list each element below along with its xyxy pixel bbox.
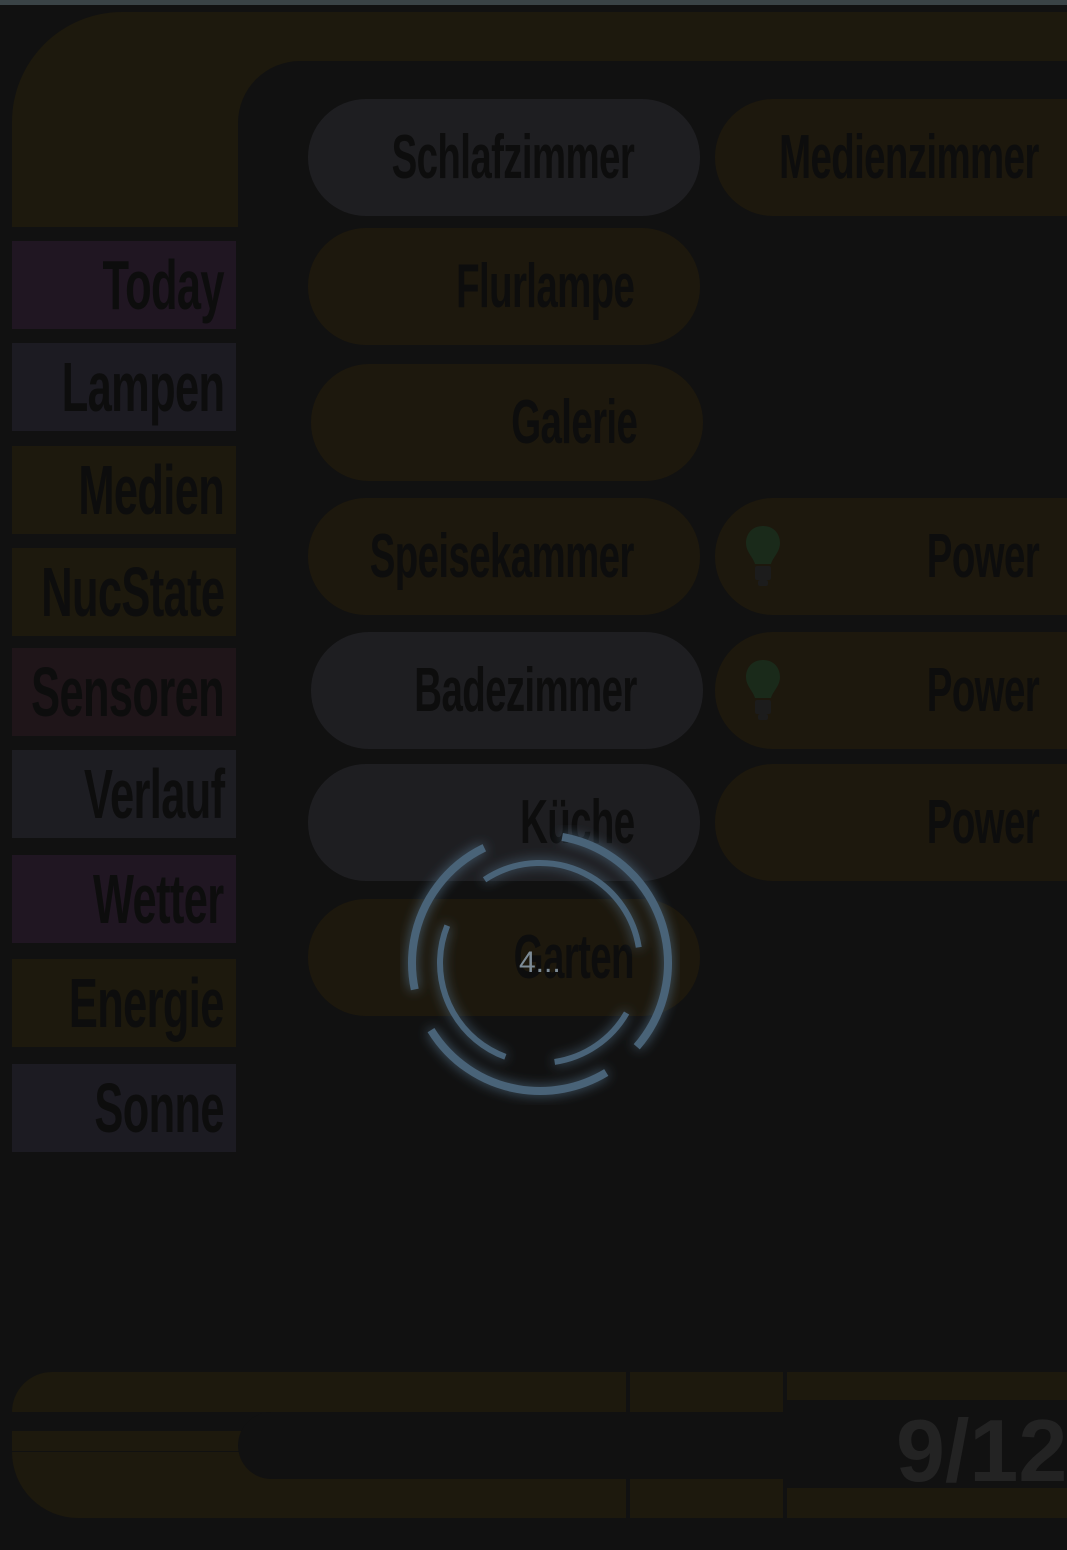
room-button-badezimmer[interactable]: Badezimmer xyxy=(311,632,703,749)
room-label: Schlafzimmer xyxy=(391,123,634,192)
nav-item-sonne[interactable]: Sonne xyxy=(12,1064,236,1152)
frame-separator xyxy=(783,1372,787,1518)
room-button-galerie[interactable]: Galerie xyxy=(311,364,703,481)
power-button-kueche[interactable]: Power xyxy=(715,764,1067,881)
lcars-frame-bottom-connector xyxy=(12,1431,242,1451)
nav-item-label: NucState xyxy=(40,553,225,631)
nav-item-label: Sensoren xyxy=(31,653,224,731)
power-label: Power xyxy=(926,788,1040,857)
power-button-badezimmer[interactable]: Power xyxy=(715,632,1067,749)
nav-item-medien[interactable]: Medien xyxy=(12,446,236,534)
room-button-flurlampe[interactable]: Flurlampe xyxy=(308,228,700,345)
loading-text: 4... xyxy=(519,946,561,979)
nav-item-label: Energie xyxy=(69,964,224,1042)
nav-item-label: Verlauf xyxy=(83,755,225,833)
room-button-speisekammer[interactable]: Speisekammer xyxy=(308,498,700,615)
nav-item-label: Wetter xyxy=(93,860,224,938)
lightbulb-icon xyxy=(746,526,780,586)
room-label: Flurlampe xyxy=(455,252,635,321)
nav-item-energie[interactable]: Energie xyxy=(12,959,236,1047)
lightbulb-icon xyxy=(746,660,780,720)
nav-item-wetter[interactable]: Wetter xyxy=(12,855,236,943)
date-display: 9/12/ xyxy=(896,1401,1067,1500)
power-label: Power xyxy=(926,522,1040,591)
room-label: Medienzimmer xyxy=(779,123,1039,192)
room-button-medienzimmer[interactable]: Medienzimmer xyxy=(715,99,1067,216)
frame-separator xyxy=(626,1372,630,1412)
nav-item-label: Medien xyxy=(78,451,224,529)
window-top-border xyxy=(0,0,1067,5)
nav-item-lampen[interactable]: Lampen xyxy=(12,343,236,431)
nav-item-today[interactable]: Today xyxy=(12,241,236,329)
nav-item-label: Today xyxy=(102,246,225,324)
nav-item-label: Lampen xyxy=(61,348,224,426)
room-label: Galerie xyxy=(510,388,638,457)
power-button-speisekammer[interactable]: Power xyxy=(715,498,1067,615)
nav-item-sensoren[interactable]: Sensoren xyxy=(12,648,236,736)
frame-separator xyxy=(626,1479,630,1519)
power-label: Power xyxy=(926,656,1040,725)
nav-item-verlauf[interactable]: Verlauf xyxy=(12,750,236,838)
room-button-schlafzimmer[interactable]: Schlafzimmer xyxy=(308,99,700,216)
nav-item-nucstate[interactable]: NucState xyxy=(12,548,236,636)
room-label: Badezimmer xyxy=(414,656,638,725)
room-label: Speisekammer xyxy=(370,522,635,591)
nav-item-label: Sonne xyxy=(94,1069,224,1147)
